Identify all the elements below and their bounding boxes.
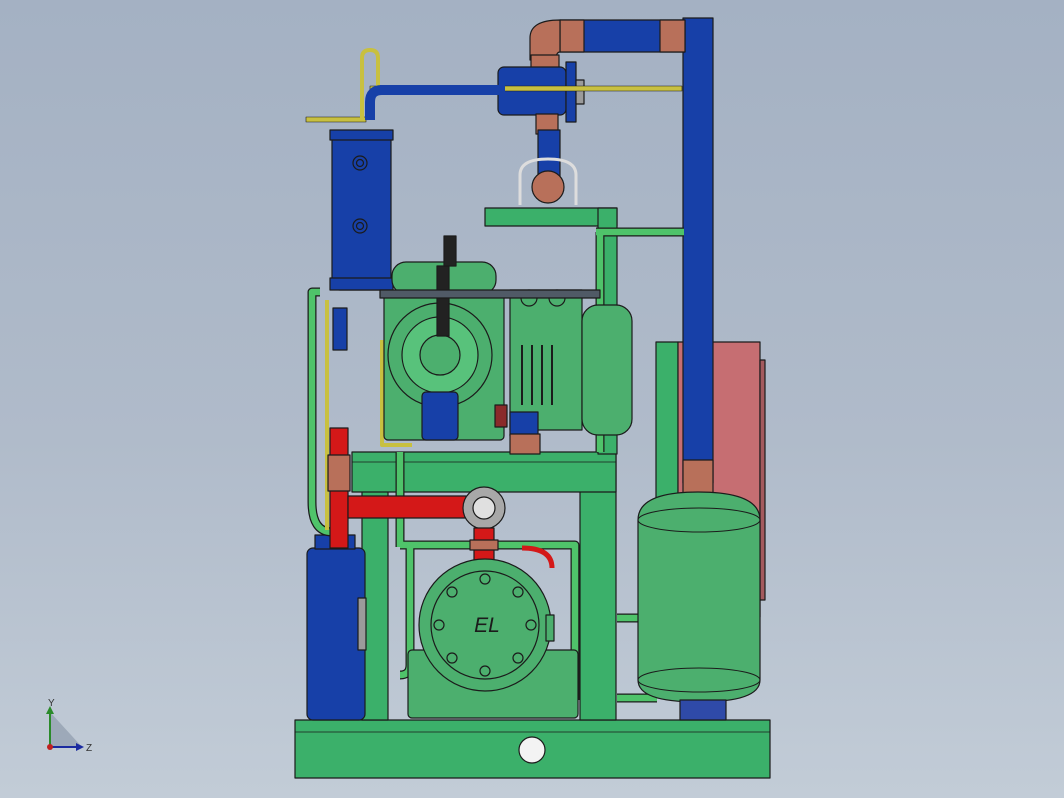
cad-viewport[interactable]: EL Y Z	[0, 0, 1064, 798]
vertical-suction-pipe	[682, 17, 714, 484]
compressor-nameplate: EL	[474, 614, 500, 637]
frame-post-left	[361, 454, 389, 721]
suction-accumulator	[306, 547, 366, 721]
base-lifting-hole	[518, 736, 546, 764]
filter-drier-small	[421, 391, 459, 441]
liquid-receiver-large	[637, 491, 761, 703]
triad-y-label: Y	[48, 698, 55, 709]
top-pipe-elbow	[529, 19, 561, 61]
frame-post-far-right	[655, 341, 679, 503]
refrigeration-unit-model[interactable]: EL	[0, 0, 1064, 798]
motor-housing	[581, 304, 633, 436]
solenoid-valve	[509, 411, 539, 437]
hot-gas-pipe-horizontal	[347, 495, 467, 519]
upper-deck	[351, 451, 617, 493]
coordinate-axes-icon: Y Z	[46, 698, 92, 754]
frame-post-right	[579, 454, 617, 721]
triad-z-label: Z	[86, 743, 92, 754]
lower-elbow	[531, 170, 565, 204]
support-frame-top	[484, 207, 618, 227]
